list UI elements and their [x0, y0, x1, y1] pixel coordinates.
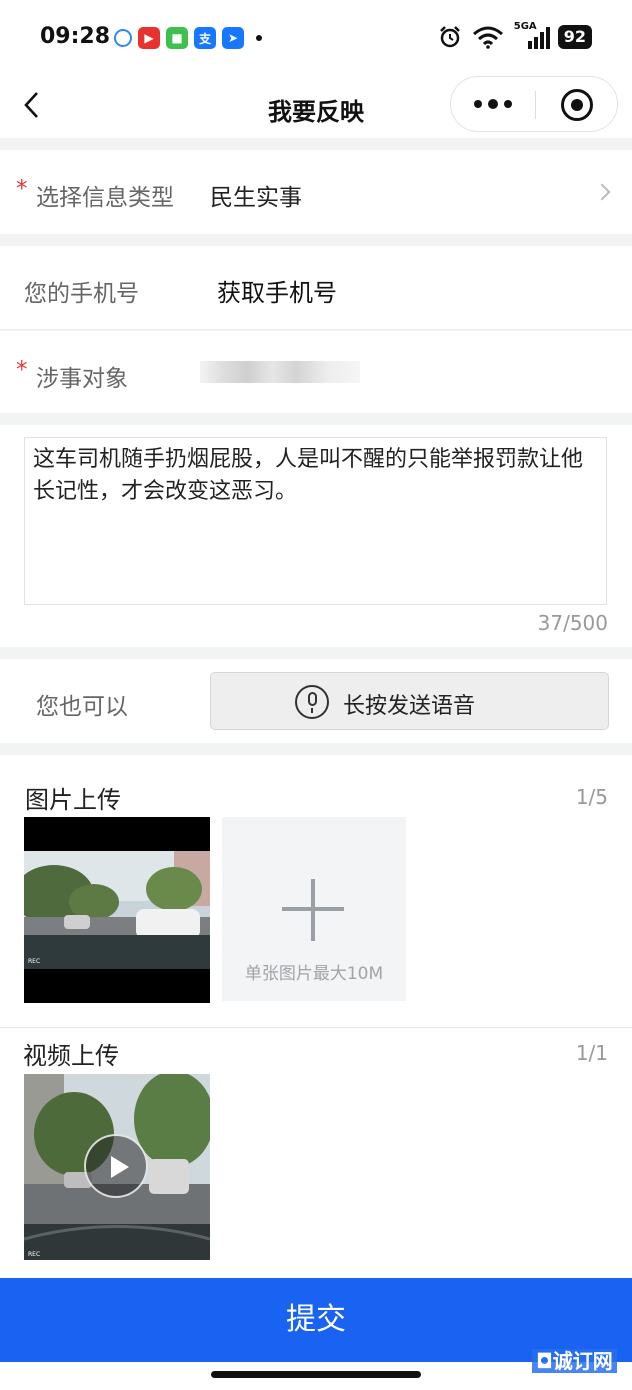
- uploaded-video-thumbnail[interactable]: REC: [24, 1074, 210, 1260]
- home-indicator[interactable]: [211, 1371, 421, 1378]
- description-section: 这车司机随手扔烟屁股，人是叫不醒的只能举报罚款让他长记性，才会改变这恶习。 37…: [0, 425, 632, 647]
- required-mark: *: [16, 176, 28, 202]
- add-image-button[interactable]: 单张图片最大10M: [222, 817, 406, 1001]
- voice-row: 您也可以 长按发送语音: [0, 659, 632, 743]
- subject-row[interactable]: * 涉事对象: [0, 331, 632, 413]
- signal-icon: 5GA: [514, 21, 550, 49]
- required-mark: *: [16, 357, 28, 383]
- status-time: 09:28: [40, 24, 111, 49]
- status-indicators: 5GA 92: [438, 21, 592, 49]
- phone-label: 您的手机号: [24, 281, 139, 307]
- image-upload-count: 1/5: [575, 785, 608, 809]
- video-upload-title: 视频上传: [23, 1042, 119, 1070]
- app-icon-3: ■: [166, 27, 188, 49]
- app-icon-5: ➤: [222, 27, 244, 49]
- chevron-right-icon: [593, 183, 611, 201]
- capsule-divider: [535, 91, 536, 119]
- plus-icon-vertical: [311, 879, 315, 941]
- street-photo: REC: [24, 817, 210, 1003]
- image-size-hint: 单张图片最大10M: [244, 964, 384, 984]
- miniprogram-capsule: [450, 76, 618, 132]
- subject-value-redacted[interactable]: [200, 361, 360, 383]
- phone-row: 您的手机号 获取手机号: [0, 246, 632, 330]
- more-notifications-icon: [256, 35, 262, 41]
- app-icon-2: ▶: [138, 27, 160, 49]
- hold-to-talk-button[interactable]: 长按发送语音: [210, 672, 609, 730]
- subject-label: 涉事对象: [36, 366, 128, 392]
- play-icon[interactable]: [84, 1134, 148, 1198]
- section-divider: [0, 1027, 632, 1028]
- info-type-value[interactable]: 民生实事: [210, 178, 302, 212]
- info-type-label: 选择信息类型: [36, 185, 174, 211]
- alipay-icon: 支: [194, 27, 216, 49]
- hold-to-talk-label: 长按发送语音: [343, 694, 476, 719]
- upload-section: 图片上传 1/5 REC 单张图片最大10M 视频上传 1/1 REC: [0, 755, 632, 1278]
- voice-label: 您也可以: [36, 694, 128, 720]
- close-miniprogram-icon[interactable]: [561, 89, 593, 121]
- wifi-icon: [472, 26, 503, 49]
- svg-text:REC: REC: [28, 1251, 40, 1258]
- svg-text:REC: REC: [28, 958, 40, 965]
- status-bar: 09:28 ▶ ■ 支 ➤ 5GA 92: [0, 0, 632, 76]
- alarm-icon: [439, 26, 460, 48]
- network-type: 5GA: [513, 21, 537, 32]
- image-upload-title: 图片上传: [25, 786, 121, 814]
- char-count: 37/500: [537, 611, 608, 635]
- get-phone-button[interactable]: 获取手机号: [217, 273, 337, 308]
- description-input[interactable]: 这车司机随手扔烟屁股，人是叫不醒的只能举报罚款让他长记性，才会改变这恶习。: [24, 437, 607, 605]
- video-upload-count: 1/1: [575, 1041, 608, 1065]
- more-icon[interactable]: [473, 89, 513, 119]
- battery-icon: 92: [557, 25, 592, 49]
- nav-bar: 我要反映: [0, 76, 632, 138]
- notification-icons: ▶ ■ 支 ➤: [114, 27, 262, 49]
- app-icon-1: [114, 29, 132, 47]
- uploaded-image-thumbnail[interactable]: REC: [24, 817, 210, 1003]
- info-type-row[interactable]: * 选择信息类型 民生实事: [0, 150, 632, 234]
- microphone-icon: [295, 685, 329, 719]
- watermark-logo: ◘诚订网: [532, 1349, 617, 1373]
